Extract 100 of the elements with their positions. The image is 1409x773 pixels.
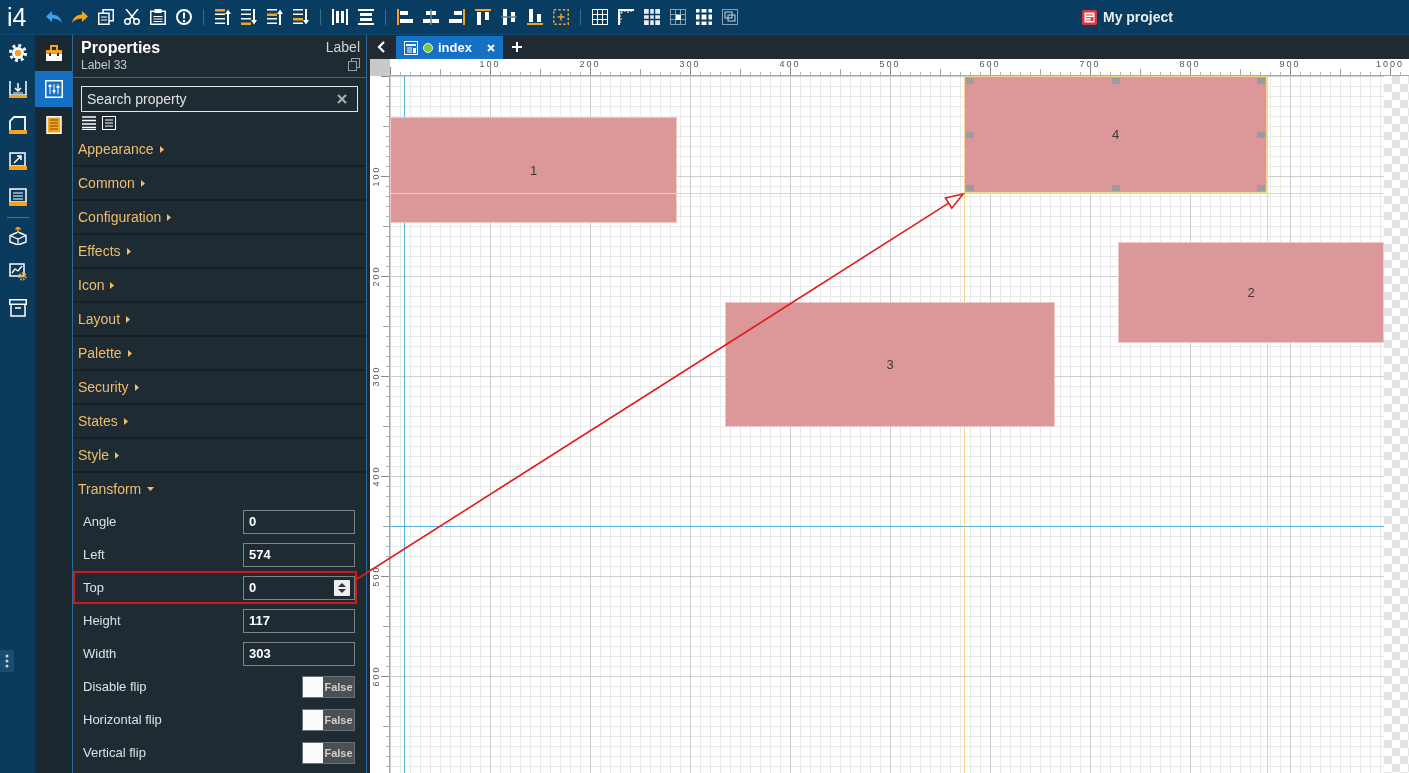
ruler-label: 400 — [779, 60, 801, 69]
category-header[interactable]: Icon — [78, 277, 115, 293]
field-label: Angle — [83, 514, 118, 529]
grid-icon[interactable] — [696, 9, 713, 25]
field-label: Height — [83, 613, 122, 628]
resize-handle[interactable] — [1257, 78, 1265, 84]
form-view-icon[interactable] — [102, 116, 116, 130]
chevron-left-icon[interactable] — [377, 41, 385, 53]
number-field[interactable]: 117 — [243, 608, 355, 633]
grid-snap-icon[interactable] — [670, 9, 687, 25]
redo-icon[interactable] — [72, 11, 89, 23]
field-label: Horizontal flip — [83, 712, 163, 727]
tray-icon[interactable] — [8, 116, 27, 134]
ruler-label: 1000 — [1376, 60, 1404, 69]
drag-handle-icon[interactable] — [0, 650, 14, 672]
status-dot-icon — [423, 42, 433, 53]
settings-icon[interactable] — [8, 44, 27, 62]
align-right-icon[interactable] — [449, 9, 466, 25]
ruler-label: 700 — [1079, 60, 1101, 69]
ruler-label: 300 — [679, 60, 701, 69]
ruler-label: 600 — [979, 60, 1001, 69]
align-middle-icon[interactable] — [501, 9, 518, 25]
ruler-corner-icon[interactable] — [618, 9, 635, 25]
ruler-label: 500 — [879, 60, 901, 69]
number-field[interactable]: 303 — [243, 641, 355, 666]
label-widget[interactable]: 3 — [725, 302, 1055, 427]
align-top-icon[interactable] — [475, 9, 492, 25]
plus-icon[interactable] — [511, 42, 522, 52]
field-label: Top — [83, 580, 105, 595]
lines-arrow-down-icon[interactable] — [241, 9, 258, 25]
toggle-switch[interactable]: False — [302, 675, 355, 698]
distribute-horizontal-icon[interactable] — [332, 9, 349, 25]
field-label: Width — [83, 646, 118, 661]
list-view-icon[interactable] — [82, 116, 96, 130]
category-header[interactable]: Transform — [78, 481, 155, 497]
align-bottom-icon[interactable] — [527, 9, 544, 25]
category-header[interactable]: Security — [78, 379, 139, 395]
tray-arrow-icon[interactable] — [8, 80, 27, 98]
field-label: Vertical flip — [83, 745, 147, 760]
category-header[interactable]: Configuration — [78, 209, 172, 225]
ruler-label: 500 — [371, 565, 381, 587]
category-header[interactable]: Common — [78, 175, 145, 191]
category-header[interactable]: Appearance — [78, 141, 164, 157]
resize-handle[interactable] — [1257, 185, 1265, 191]
resize-handle[interactable] — [1111, 185, 1120, 191]
ruler-label: 100 — [371, 165, 381, 187]
category-header[interactable]: Style — [78, 447, 120, 463]
cut-icon[interactable] — [124, 9, 141, 25]
category-header[interactable]: Palette — [78, 345, 132, 361]
project-title: My project — [1103, 9, 1173, 25]
align-left-icon[interactable] — [397, 9, 414, 25]
document-tab[interactable]: index — [396, 36, 503, 59]
category-header[interactable]: States — [78, 413, 128, 429]
resize-handle[interactable] — [1111, 78, 1120, 84]
element-name: Label 33 — [81, 58, 129, 73]
panel-title: Properties — [81, 38, 161, 58]
resize-handle[interactable] — [966, 131, 974, 138]
sliders-icon — [44, 80, 63, 98]
label-widget[interactable]: 4 — [964, 76, 1267, 193]
cube-arrow-icon[interactable] — [8, 227, 27, 245]
resize-handle[interactable] — [966, 185, 974, 191]
category-header[interactable]: Layout — [78, 311, 131, 327]
label-widget[interactable]: 2 — [1118, 242, 1384, 343]
lines-arrow-up-icon[interactable] — [267, 9, 284, 25]
lines-arrow-down-icon[interactable] — [293, 9, 310, 25]
number-field[interactable]: 0 — [243, 575, 355, 600]
page-icon — [404, 40, 418, 55]
category-header[interactable]: Effects — [78, 243, 131, 259]
ruler-label: 400 — [371, 465, 381, 487]
close-icon[interactable] — [486, 43, 495, 52]
ruler-label: 200 — [579, 60, 601, 69]
copy-icon[interactable] — [98, 9, 115, 25]
number-field[interactable]: 0 — [243, 509, 355, 534]
undo-icon[interactable] — [46, 11, 63, 23]
label-widget[interactable]: 1 — [390, 117, 677, 223]
grid-icon[interactable] — [644, 9, 661, 25]
resize-handle[interactable] — [966, 78, 974, 84]
project-icon — [1082, 9, 1097, 25]
dashed-square-plus-icon[interactable] — [553, 9, 570, 25]
resize-handle[interactable] — [1257, 131, 1265, 138]
overlapping-squares-icon[interactable] — [722, 9, 739, 25]
toggle-switch[interactable]: False — [302, 741, 355, 764]
ruler-label: 600 — [371, 665, 381, 687]
distribute-vertical-icon[interactable] — [358, 9, 375, 25]
clear-icon[interactable] — [337, 94, 347, 104]
chart-gear-icon[interactable] — [8, 263, 27, 281]
alert-icon[interactable] — [176, 9, 193, 25]
align-center-icon[interactable] — [423, 9, 440, 25]
list-window-icon[interactable] — [8, 188, 27, 206]
paste-icon[interactable] — [150, 9, 167, 25]
lines-arrow-up-icon[interactable] — [215, 9, 232, 25]
notebook-icon — [44, 116, 63, 134]
number-field[interactable]: 574 — [243, 542, 355, 567]
archive-icon[interactable] — [8, 299, 27, 317]
search-field[interactable]: Search property — [81, 86, 358, 112]
toggle-switch[interactable]: False — [302, 708, 355, 731]
element-type: Label — [325, 38, 360, 56]
app-logo: i4 — [7, 3, 27, 31]
copy-icon[interactable] — [348, 58, 360, 71]
field-label: Left — [83, 547, 106, 562]
